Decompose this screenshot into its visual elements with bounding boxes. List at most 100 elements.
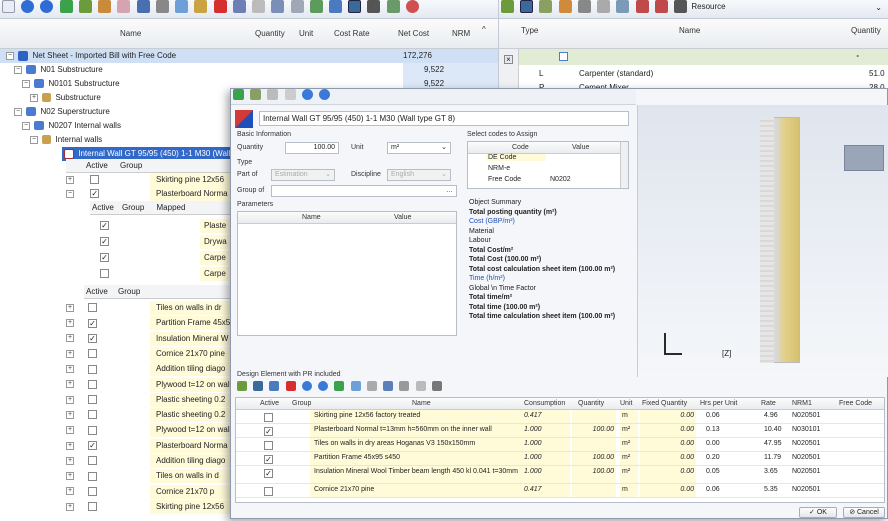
filter-row-icon[interactable]: × [504, 55, 513, 64]
col-group[interactable]: Group [118, 287, 140, 296]
sub-row[interactable]: + Skirting pine 12x56 [66, 173, 230, 187]
sub-row[interactable]: + Plywood t=12 on wal [66, 377, 230, 392]
expand-icon[interactable]: + [30, 93, 38, 102]
active-checkbox[interactable] [88, 303, 97, 313]
col-fixed-quantity[interactable]: Fixed Quantity [642, 400, 687, 407]
paste-icon[interactable] [194, 0, 208, 13]
element-title-field[interactable]: Internal Wall GT 95/95 (450) 1-1 M30 (Wa… [259, 111, 629, 126]
add-icon[interactable] [59, 0, 73, 13]
col-name[interactable]: Name [412, 400, 431, 407]
add-icon[interactable] [233, 89, 244, 100]
tree-row[interactable]: + Substructure [0, 91, 230, 105]
edit-icon[interactable] [117, 0, 131, 13]
code-row[interactable]: DE Code [468, 154, 628, 165]
active-checkbox[interactable] [264, 441, 273, 450]
active-checkbox[interactable]: ✓ [100, 221, 109, 231]
chart-icon[interactable] [348, 0, 362, 13]
forward-icon[interactable] [319, 89, 331, 100]
sub-row[interactable]: + Tiles on walls in d [66, 469, 230, 484]
new-icon[interactable] [2, 0, 15, 13]
chart-icon[interactable] [520, 0, 534, 13]
active-checkbox[interactable] [88, 456, 97, 466]
ok-button[interactable]: ✓ OK [799, 507, 837, 518]
sub-row[interactable]: ✓ Plaste [100, 219, 230, 233]
part-of-select[interactable]: Estimation ⌄ [271, 169, 335, 181]
add-resource-icon[interactable] [237, 381, 247, 391]
col-nrm[interactable]: NRM [452, 29, 470, 38]
resource-row[interactable]: L Carpenter (standard) 51.0 [519, 67, 888, 81]
expand-icon[interactable]: + [66, 303, 74, 312]
sort-icon[interactable] [616, 0, 630, 13]
sub-row[interactable]: + ✓ Plasterboard Norma [66, 438, 230, 453]
expand-icon[interactable]: + [66, 349, 74, 358]
codes-scrollbar[interactable] [620, 142, 628, 188]
filter-row[interactable]: - [519, 49, 888, 65]
code-row[interactable]: Free Code N0202 [468, 176, 628, 187]
active-checkbox[interactable] [88, 425, 97, 435]
back-icon[interactable] [301, 89, 313, 100]
grid-icon[interactable] [269, 381, 280, 391]
active-checkbox[interactable] [88, 410, 97, 420]
type-filter-icon[interactable] [559, 52, 568, 61]
active-checkbox[interactable]: ✓ [88, 318, 97, 328]
discipline-select[interactable]: English ⌄ [387, 169, 451, 181]
expand-icon[interactable]: + [66, 441, 74, 450]
up-icon[interactable] [301, 381, 312, 391]
chart-icon[interactable] [253, 381, 264, 391]
delete-icon[interactable] [285, 381, 296, 391]
tools-icon[interactable] [635, 0, 649, 13]
quantity-input[interactable]: 100.00 [285, 142, 339, 154]
sub-row[interactable]: + Plastic sheeting 0.2 [66, 408, 230, 423]
delete-icon[interactable] [213, 0, 227, 13]
copy-icon[interactable] [175, 0, 189, 13]
paint-icon[interactable] [98, 0, 112, 13]
col-nrm1[interactable]: NRM1 [792, 400, 812, 407]
col-active[interactable]: Active [86, 161, 108, 170]
col-type[interactable]: Type [521, 26, 538, 35]
align-icon[interactable] [252, 0, 266, 13]
redo-icon[interactable] [290, 0, 304, 13]
col-code[interactable]: Code [512, 144, 529, 151]
col-group[interactable]: Group [122, 203, 144, 212]
col-cost-rate[interactable]: Cost Rate [334, 29, 370, 38]
back-icon[interactable] [21, 0, 35, 13]
design-row[interactable]: Cornice 21x70 pine 0.417 m 0.00 0.06 5.35 N020… [236, 484, 884, 498]
cancel-button[interactable]: ⊘ Cancel [843, 507, 885, 518]
col-group[interactable]: Group [120, 161, 142, 170]
collapse-icon[interactable]: − [30, 135, 38, 144]
expand-icon[interactable]: + [66, 472, 74, 481]
sub-row[interactable]: + Skirting pine 12x56 [66, 499, 230, 514]
filter-icon[interactable] [577, 0, 591, 13]
stop-icon[interactable] [405, 0, 419, 13]
expand-icon[interactable]: + [66, 395, 74, 404]
expand-icon[interactable]: + [66, 175, 74, 184]
tree-row[interactable]: − N02 Superstructure [0, 105, 230, 119]
col-code-value[interactable]: Value [572, 144, 589, 151]
sub-row[interactable]: + Tiles on walls in dr [66, 301, 230, 315]
code-row[interactable]: NRM-e [468, 165, 628, 176]
active-checkbox[interactable] [88, 502, 97, 512]
col-active[interactable]: Active [86, 287, 108, 296]
sub-row[interactable]: + Addition tiling diago [66, 362, 230, 377]
down-icon[interactable] [318, 381, 329, 391]
resource-icon[interactable] [78, 0, 92, 13]
col-quantity[interactable]: Quantity [578, 400, 604, 407]
forward-icon[interactable] [40, 0, 54, 13]
active-checkbox[interactable]: ✓ [90, 189, 100, 199]
active-checkbox[interactable] [264, 413, 273, 422]
col-consumption[interactable]: Consumption [524, 400, 565, 407]
scroll-up-icon[interactable]: ^ [482, 25, 486, 34]
filter-clear-icon[interactable] [597, 0, 611, 13]
active-checkbox[interactable] [88, 486, 97, 496]
3d-preview[interactable]: [Z] [637, 105, 888, 377]
expand-icon[interactable]: + [66, 410, 74, 419]
group-of-input[interactable]: … [271, 185, 457, 197]
sub-row[interactable]: − ✓ Plasterboard Norma [66, 187, 230, 201]
add-icon[interactable] [334, 381, 345, 391]
view-cube-icon[interactable] [844, 145, 884, 171]
table-icon[interactable] [383, 381, 394, 391]
expand-icon[interactable]: + [66, 380, 74, 389]
labour-icon[interactable] [539, 0, 553, 13]
view-icon[interactable] [415, 381, 426, 391]
collapse-icon[interactable]: − [22, 121, 30, 130]
